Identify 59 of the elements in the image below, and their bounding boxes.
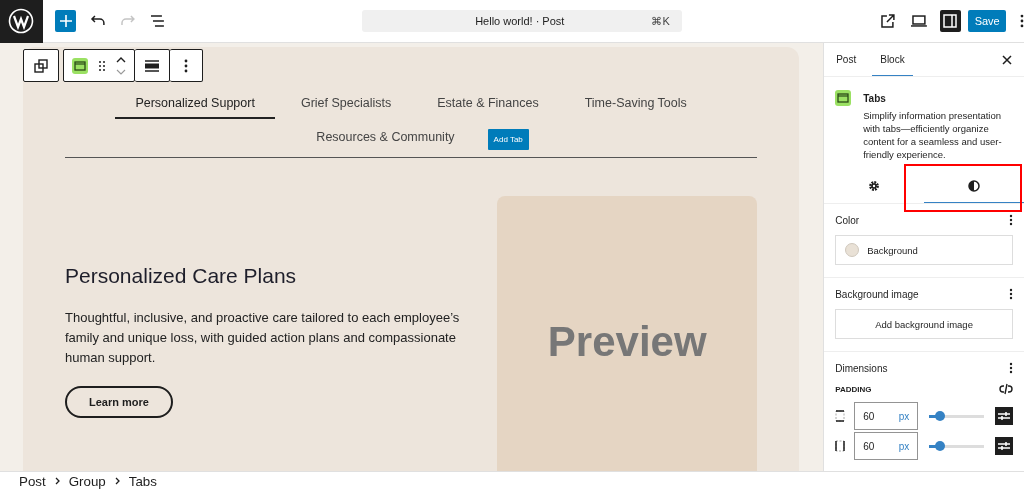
align-icon[interactable] [145, 59, 159, 72]
close-icon[interactable] [1002, 54, 1012, 65]
side-horizontal-icon [835, 440, 846, 452]
tab[interactable]: Time-Saving Tools [564, 91, 707, 119]
add-background-image-button[interactable]: Add background image [835, 309, 1013, 339]
transform-icon[interactable] [34, 58, 48, 73]
sliders-icon [998, 411, 1010, 421]
preview-label: Preview [547, 318, 707, 367]
chevron-icon [54, 477, 60, 485]
more-options-icon[interactable] [1009, 362, 1013, 374]
padding-label: PADDING [835, 384, 872, 394]
sidebar-icon [943, 14, 958, 28]
tabs-block-icon [835, 90, 852, 106]
custom-values-button[interactable] [995, 437, 1013, 455]
more-options-icon[interactable] [1009, 214, 1013, 226]
unlink-icon[interactable] [999, 383, 1013, 395]
breadcrumb-item[interactable]: Group [68, 473, 106, 489]
wordpress-logo[interactable] [0, 0, 43, 43]
block-description: Simplify information presentation with tabs—efficiently organize content for a seamless and user-friendly experience. [863, 109, 1003, 161]
chevron-icon [114, 477, 120, 485]
contrast-icon [968, 179, 981, 192]
external-link-icon[interactable] [879, 13, 896, 29]
tab[interactable]: Grief Specialists [280, 91, 412, 119]
padding-input[interactable]: 60 px [854, 432, 919, 460]
color-option-button[interactable]: Background [835, 235, 1013, 265]
sidebar-tab[interactable]: Post [828, 43, 865, 76]
padding-slider[interactable] [929, 414, 984, 418]
tab[interactable]: Estate & Finances [417, 91, 559, 119]
tab[interactable]: Resources & Community [296, 125, 475, 153]
padding-input[interactable]: 60 px [854, 402, 919, 430]
heading: Personalized Care Plans [65, 264, 298, 288]
add-block-button[interactable] [54, 10, 77, 32]
drag-handle-icon[interactable] [98, 59, 106, 72]
panel-title: Color [835, 214, 860, 226]
sliders-icon [998, 441, 1010, 451]
body-text: Thoughtful, inclusive, and proactive care tailored to each employee’s family and unique loss, with guided action plans and compassionate human support. [65, 309, 461, 367]
tabs-block-icon[interactable] [72, 57, 88, 74]
desktop-icon[interactable] [909, 14, 928, 28]
tab[interactable]: Personalized Support [115, 91, 275, 119]
panel-title: Dimensions [835, 362, 888, 374]
more-options-icon[interactable] [184, 58, 188, 73]
sidebar-tab[interactable]: Block [872, 43, 913, 76]
add-tab-button[interactable]: Add Tab [487, 128, 529, 150]
breadcrumb-item[interactable]: Tabs [128, 473, 157, 489]
plus-icon [59, 15, 72, 27]
command-bar[interactable]: Hello world! · Post ⌘K [362, 10, 682, 32]
custom-values-button[interactable] [995, 407, 1013, 425]
sidebar-toggle-button[interactable] [939, 10, 962, 32]
save-button[interactable]: Save [968, 10, 1007, 32]
settings-icon [868, 179, 881, 192]
more-options-icon[interactable] [1009, 288, 1013, 300]
list-view-icon[interactable] [150, 14, 167, 28]
panel-title: Background image [835, 288, 919, 300]
side-vertical-icon [835, 410, 846, 422]
more-options-icon[interactable] [1020, 14, 1024, 28]
breadcrumb-item[interactable]: Post [19, 473, 46, 489]
padding-slider[interactable] [929, 444, 984, 448]
learn-more-button[interactable]: Learn more [65, 386, 173, 418]
block-title: Tabs [863, 93, 887, 104]
